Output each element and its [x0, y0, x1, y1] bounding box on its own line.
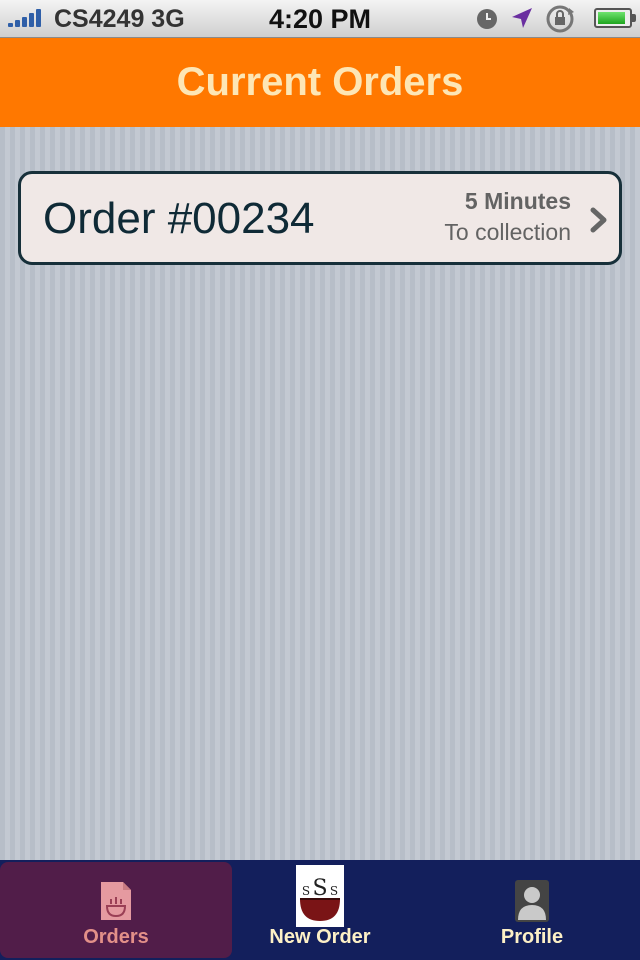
- tab-new-order[interactable]: S S S New Order: [204, 862, 436, 958]
- battery-icon: [594, 8, 636, 28]
- order-list-item[interactable]: Order #00234 5 Minutes To collection: [18, 171, 622, 265]
- svg-text:S: S: [330, 884, 338, 898]
- page-title: Current Orders: [176, 60, 464, 104]
- orders-list-area: Order #00234 5 Minutes To collection: [0, 127, 640, 860]
- order-eta: 5 Minutes To collection: [444, 188, 571, 246]
- new-order-bowl-icon: S S S: [296, 865, 344, 927]
- tab-orders[interactable]: Orders: [0, 862, 232, 958]
- orders-icon: [101, 882, 131, 920]
- chevron-right-icon: [590, 207, 607, 233]
- tab-profile[interactable]: Profile: [416, 862, 640, 958]
- rotation-lock-icon: [546, 5, 574, 33]
- order-number: Order #00234: [43, 194, 315, 243]
- tab-bar: Orders S S S New Order Profile: [0, 860, 640, 960]
- tab-profile-label: Profile: [500, 926, 564, 948]
- status-time: 4:20 PM: [268, 4, 372, 34]
- svg-text:S: S: [302, 884, 310, 898]
- clock-icon: [477, 9, 497, 29]
- order-status: To collection: [444, 219, 571, 245]
- status-bar: CS4249 3G 4:20 PM: [0, 0, 640, 38]
- order-minutes: 5 Minutes: [464, 188, 571, 214]
- navigation-header: Current Orders: [0, 38, 640, 127]
- location-arrow-icon: [512, 8, 532, 28]
- svg-text:S: S: [312, 876, 327, 901]
- tab-orders-label: Orders: [83, 926, 149, 948]
- tab-new-order-label: New Order: [269, 926, 371, 948]
- profile-icon: [515, 880, 549, 922]
